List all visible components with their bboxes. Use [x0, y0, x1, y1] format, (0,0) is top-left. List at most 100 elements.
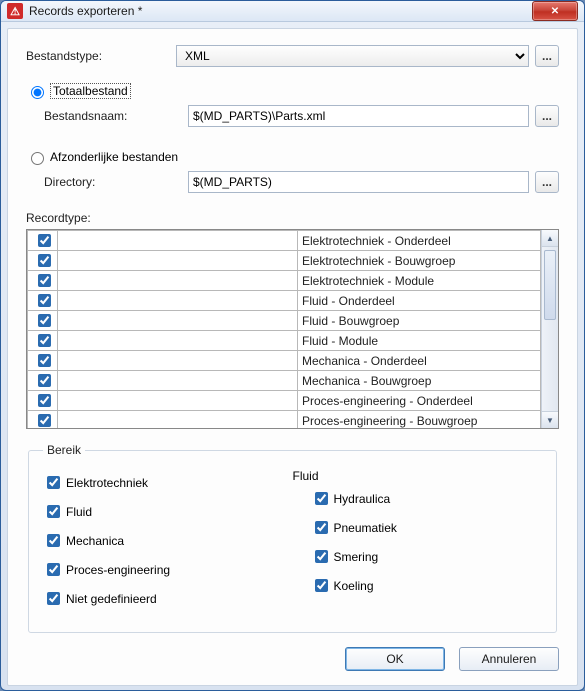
range-item: Koeling: [311, 576, 543, 595]
record-type-label-cell: Fluid - Module: [298, 331, 541, 351]
record-type-checkbox[interactable]: [38, 334, 51, 347]
fluid-label: Fluid: [293, 469, 543, 483]
range-item-label: Niet gedefinieerd: [66, 592, 157, 606]
scroll-up-button[interactable]: ▲: [542, 230, 558, 247]
range-checkbox[interactable]: [315, 579, 328, 592]
record-type-empty-cell: [58, 411, 298, 429]
record-type-checkbox[interactable]: [38, 374, 51, 387]
range-item: Fluid: [43, 502, 293, 521]
file-type-more-button[interactable]: ...: [535, 45, 559, 67]
table-row[interactable]: Mechanica - Bouwgroep: [28, 371, 541, 391]
table-row[interactable]: Elektrotechniek - Module: [28, 271, 541, 291]
record-type-checkbox[interactable]: [38, 414, 51, 427]
range-item-label: Fluid: [66, 505, 92, 519]
ok-button[interactable]: OK: [345, 647, 445, 671]
range-right-column: Fluid HydraulicaPneumatiekSmeringKoeling: [293, 467, 543, 618]
record-type-empty-cell: [58, 371, 298, 391]
range-legend: Bereik: [43, 443, 85, 457]
range-checkbox[interactable]: [315, 492, 328, 505]
record-type-checkbox[interactable]: [38, 254, 51, 267]
close-button[interactable]: ✕: [532, 1, 578, 21]
separate-files-label[interactable]: Afzonderlijke bestanden: [50, 150, 178, 164]
directory-label: Directory:: [44, 175, 188, 189]
range-checkbox[interactable]: [47, 592, 60, 605]
range-checkbox[interactable]: [315, 521, 328, 534]
separate-files-radio[interactable]: [31, 152, 44, 165]
record-type-empty-cell: [58, 271, 298, 291]
table-row[interactable]: Fluid - Onderdeel: [28, 291, 541, 311]
record-type-checkbox[interactable]: [38, 354, 51, 367]
file-type-row: Bestandstype: XML ...: [26, 45, 559, 67]
table-row[interactable]: Mechanica - Onderdeel: [28, 351, 541, 371]
range-checkbox[interactable]: [47, 563, 60, 576]
record-type-empty-cell: [58, 311, 298, 331]
record-type-label-cell: Elektrotechniek - Module: [298, 271, 541, 291]
total-file-radio-row: Totaalbestand: [26, 83, 559, 99]
record-type-label-cell: Proces-engineering - Bouwgroep: [298, 411, 541, 429]
record-type-checkbox[interactable]: [38, 294, 51, 307]
record-type-label-cell: Mechanica - Bouwgroep: [298, 371, 541, 391]
table-row[interactable]: Fluid - Module: [28, 331, 541, 351]
range-checkbox[interactable]: [47, 534, 60, 547]
directory-browse-button[interactable]: ...: [535, 171, 559, 193]
close-icon: ✕: [551, 6, 559, 17]
scroll-down-button[interactable]: ▼: [542, 411, 558, 428]
scroll-thumb[interactable]: [544, 250, 556, 320]
scrollbar[interactable]: ▲ ▼: [541, 230, 558, 428]
window-title: Records exporteren *: [29, 4, 532, 18]
record-type-label-cell: Elektrotechniek - Bouwgroep: [298, 251, 541, 271]
record-type-table: Elektrotechniek - OnderdeelElektrotechni…: [27, 230, 541, 428]
directory-row: Directory: ...: [44, 171, 559, 193]
record-type-label-cell: Elektrotechniek - Onderdeel: [298, 231, 541, 251]
client-area: Bestandstype: XML ... Totaalbestand Best…: [7, 28, 578, 686]
range-item: Mechanica: [43, 531, 293, 550]
app-icon: ⚠: [7, 3, 23, 19]
record-type-checkbox[interactable]: [38, 394, 51, 407]
record-type-checkbox[interactable]: [38, 314, 51, 327]
file-name-input[interactable]: [188, 105, 529, 127]
record-type-grid: Elektrotechniek - OnderdeelElektrotechni…: [26, 229, 559, 429]
table-row[interactable]: Proces-engineering - Onderdeel: [28, 391, 541, 411]
record-type-empty-cell: [58, 331, 298, 351]
record-type-empty-cell: [58, 391, 298, 411]
record-type-checkbox[interactable]: [38, 274, 51, 287]
file-name-label: Bestandsnaam:: [44, 109, 188, 123]
range-item-label: Mechanica: [66, 534, 124, 548]
range-item: Proces-engineering: [43, 560, 293, 579]
range-item: Smering: [311, 547, 543, 566]
record-type-empty-cell: [58, 231, 298, 251]
record-type-empty-cell: [58, 291, 298, 311]
range-item: Niet gedefinieerd: [43, 589, 293, 608]
table-row[interactable]: Elektrotechniek - Bouwgroep: [28, 251, 541, 271]
directory-input[interactable]: [188, 171, 529, 193]
range-checkbox[interactable]: [315, 550, 328, 563]
table-row[interactable]: Proces-engineering - Bouwgroep: [28, 411, 541, 429]
file-type-select[interactable]: XML: [176, 45, 529, 67]
range-item-label: Koeling: [334, 579, 374, 593]
range-checkbox[interactable]: [47, 505, 60, 518]
record-type-label-cell: Fluid - Onderdeel: [298, 291, 541, 311]
total-file-radio[interactable]: [31, 86, 44, 99]
range-fieldset: Bereik Elektrotechniek Fluid Mechanica Proc…: [28, 443, 557, 633]
file-type-label: Bestandstype:: [26, 49, 176, 63]
titlebar[interactable]: ⚠ Records exporteren * ✕: [1, 1, 584, 22]
table-row[interactable]: Fluid - Bouwgroep: [28, 311, 541, 331]
range-item-label: Proces-engineering: [66, 563, 170, 577]
dialog-footer: OK Annuleren: [26, 633, 559, 671]
record-type-checkbox[interactable]: [38, 234, 51, 247]
record-type-label: Recordtype:: [26, 211, 559, 225]
range-item-label: Elektrotechniek: [66, 476, 148, 490]
range-checkbox[interactable]: [47, 476, 60, 489]
total-file-label[interactable]: Totaalbestand: [50, 83, 131, 99]
file-name-browse-button[interactable]: ...: [535, 105, 559, 127]
range-item-label: Hydraulica: [334, 492, 391, 506]
range-item-label: Smering: [334, 550, 379, 564]
file-name-row: Bestandsnaam: ...: [44, 105, 559, 127]
dialog-window: ⚠ Records exporteren * ✕ Bestandstype: X…: [0, 0, 585, 691]
record-type-label-cell: Mechanica - Onderdeel: [298, 351, 541, 371]
record-type-empty-cell: [58, 351, 298, 371]
record-type-label-cell: Fluid - Bouwgroep: [298, 311, 541, 331]
table-row[interactable]: Elektrotechniek - Onderdeel: [28, 231, 541, 251]
range-item: Elektrotechniek: [43, 473, 293, 492]
cancel-button[interactable]: Annuleren: [459, 647, 559, 671]
